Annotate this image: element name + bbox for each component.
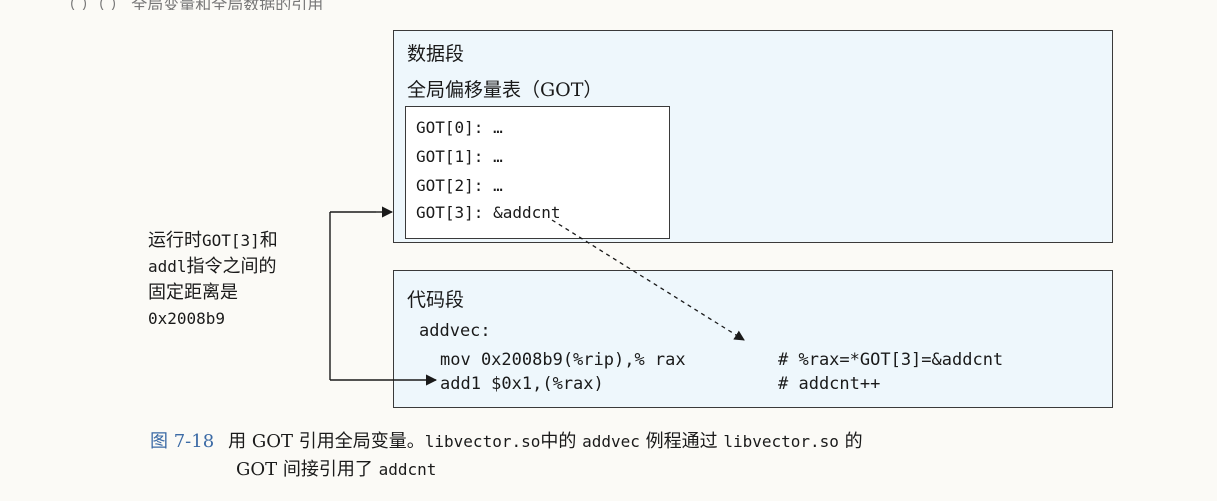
caption-text: 用 GOT 引用全局变量。 <box>228 431 425 452</box>
caption-text: 的 <box>838 431 863 452</box>
arrows-layer <box>329 206 745 386</box>
caption-code: libvector.so <box>424 432 541 451</box>
caption-code: addvec <box>582 432 640 451</box>
caption-text: 中的 <box>540 431 583 452</box>
dashed-arrow-got3-to-rax <box>551 219 745 341</box>
caption-text: 例程通过 <box>639 431 724 452</box>
caption-line-1: 图 7-18 用 GOT 引用全局变量。libvector.so中的 addvec… <box>150 431 863 452</box>
caption-line-2: GOT 间接引用了 addcnt <box>150 456 863 484</box>
caption-code: libvector.so <box>723 432 839 451</box>
caption-code: addcnt <box>378 460 437 479</box>
caption-text: GOT 间接引用了 <box>236 459 379 480</box>
figure-number: 图 7-18 <box>150 431 215 452</box>
figure-caption: 图 7-18 用 GOT 引用全局变量。libvector.so中的 addvec… <box>150 428 863 484</box>
